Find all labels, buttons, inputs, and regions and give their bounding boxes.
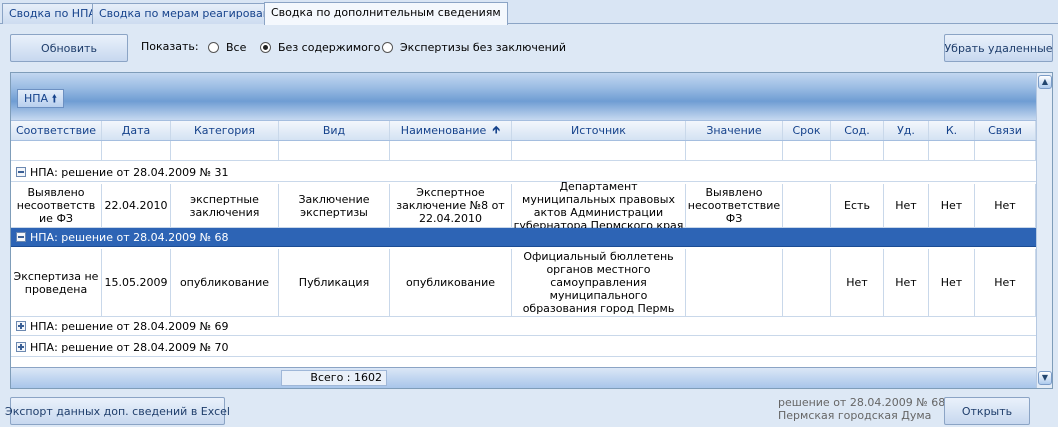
filter-cell-correspondence[interactable] <box>11 141 102 160</box>
filter-cell-deleted[interactable] <box>884 141 929 160</box>
column-header-category[interactable]: Категория <box>171 121 279 140</box>
radio-no-conclusion-label: Экспертизы без заключений <box>400 40 567 54</box>
cell-content: Нет <box>831 249 884 316</box>
table-row[interactable]: Выявлено несоответств ие ФЗ 22.04.2010 экс… <box>11 180 1036 232</box>
cell-source: Официальный бюллетень органов местного с… <box>512 249 686 316</box>
cell-value: Выявлено несоответствие ФЗ <box>686 184 783 227</box>
column-header-content[interactable]: Сод. <box>831 121 884 140</box>
column-header-source[interactable]: Источник <box>512 121 686 140</box>
expand-icon[interactable] <box>16 342 26 352</box>
tab-npa-summary[interactable]: Сводка по НПА <box>2 3 103 24</box>
column-header-correspondence[interactable]: Соответствие <box>11 121 102 140</box>
column-header-links[interactable]: Связи <box>975 121 1036 140</box>
filter-cell-content[interactable] <box>831 141 884 160</box>
refresh-button[interactable]: Обновить <box>10 34 128 62</box>
filter-cell-name[interactable] <box>390 141 512 160</box>
column-header-deleted[interactable]: Уд. <box>884 121 929 140</box>
group-label: НПА: решение от 28.04.2009 № 31 <box>30 165 229 179</box>
summary-footer: Всего : 1602 <box>11 367 1036 388</box>
sort-up-icon: 🠙 <box>51 92 58 105</box>
radio-all-label: Все <box>226 40 247 54</box>
table-row[interactable]: Экспертиза не проведена 15.05.2009 опублик… <box>11 249 1036 317</box>
show-label: Показать: <box>141 40 199 53</box>
cell-content: Есть <box>831 184 884 227</box>
cell-name: опубликование <box>390 249 512 316</box>
group-chip-npa[interactable]: НПА 🠙 <box>17 89 65 108</box>
cell-source: Департамент муниципальных правовых актов… <box>512 180 686 232</box>
cell-correspondence: Выявлено несоответств ие ФЗ <box>11 184 102 227</box>
group-row[interactable]: НПА: решение от 28.04.2009 № 68 <box>11 228 1036 247</box>
data-grid: НПА 🠙 Соответствие Дата Категория Вид Наимен… <box>10 72 1053 389</box>
scroll-down-icon[interactable]: ▼ <box>1038 371 1052 385</box>
status-info: решение от 28.04.2009 № 68 Пермская горо… <box>778 396 945 422</box>
radio-without-content-label: Без содержимого <box>278 40 381 54</box>
cell-category: экспертные заключения <box>171 184 279 227</box>
total-count: Всего : 1602 <box>281 370 387 386</box>
radio-all-indicator <box>208 41 219 53</box>
column-header-k[interactable]: К. <box>929 121 975 140</box>
vertical-scrollbar[interactable]: ▲ ▼ <box>1036 73 1052 388</box>
cell-links: Нет <box>975 184 1036 227</box>
cell-date: 22.04.2010 <box>102 184 171 227</box>
group-panel: НПА 🠙 <box>11 73 1036 120</box>
column-header-date[interactable]: Дата <box>102 121 171 140</box>
group-label: НПА: решение от 28.04.2009 № 70 <box>30 340 229 354</box>
expand-icon[interactable] <box>16 321 26 331</box>
scroll-up-icon[interactable]: ▲ <box>1038 75 1052 89</box>
column-header-term[interactable]: Срок <box>783 121 831 140</box>
cell-term <box>783 184 831 227</box>
cell-correspondence: Экспертиза не проведена <box>11 249 102 316</box>
cell-kind: Заключение экспертизы <box>279 184 390 227</box>
remove-deleted-button[interactable]: Убрать удаленные <box>944 34 1053 62</box>
cell-date: 15.05.2009 <box>102 249 171 316</box>
tab-response-summary[interactable]: Сводка по мерам реагирования <box>92 3 291 24</box>
cell-links: Нет <box>975 249 1036 316</box>
filter-cell-date[interactable] <box>102 141 171 160</box>
group-chip-label: НПА <box>24 92 49 105</box>
group-label: НПА: решение от 28.04.2009 № 68 <box>30 230 229 244</box>
radio-without-content-indicator <box>260 41 271 53</box>
status-authority: Пермская городская Дума <box>778 409 932 422</box>
cell-k: Нет <box>929 249 975 316</box>
filter-cell-term[interactable] <box>783 141 831 160</box>
cell-deleted: Нет <box>884 184 929 227</box>
filter-cell-kind[interactable] <box>279 141 390 160</box>
cell-deleted: Нет <box>884 249 929 316</box>
filter-cell-category[interactable] <box>171 141 279 160</box>
group-row[interactable]: НПА: решение от 28.04.2009 № 69 <box>11 317 1036 336</box>
radio-all[interactable]: Все <box>208 40 246 54</box>
filter-cell-k[interactable] <box>929 141 975 160</box>
radio-no-conclusion-indicator <box>382 41 393 53</box>
group-row[interactable]: НПА: решение от 28.04.2009 № 70 <box>11 338 1036 357</box>
sort-ascending-icon: 🡹 <box>492 123 501 136</box>
filter-cell-links[interactable] <box>975 141 1036 160</box>
radio-no-conclusion[interactable]: Экспертизы без заключений <box>382 40 566 54</box>
column-header-name[interactable]: Наименование 🡹 <box>390 121 512 140</box>
group-label: НПА: решение от 28.04.2009 № 69 <box>30 319 229 333</box>
tab-additional-summary[interactable]: Сводка по дополнительным сведениям <box>264 2 508 25</box>
collapse-icon[interactable] <box>16 167 26 177</box>
open-button[interactable]: Открыть <box>944 397 1030 425</box>
column-header-value[interactable]: Значение <box>686 121 783 140</box>
export-excel-button[interactable]: Экспорт данных доп. сведений в Excel <box>5 397 230 425</box>
collapse-icon[interactable] <box>16 232 26 242</box>
cell-category: опубликование <box>171 249 279 316</box>
radio-without-content[interactable]: Без содержимого <box>260 40 380 54</box>
column-header-kind[interactable]: Вид <box>279 121 390 140</box>
cell-value <box>686 249 783 316</box>
cell-term <box>783 249 831 316</box>
status-decision: решение от 28.04.2009 № 68 <box>778 396 946 409</box>
column-header-row: Соответствие Дата Категория Вид Наименование… <box>11 120 1036 141</box>
cell-kind: Публикация <box>279 249 390 316</box>
filter-cell-value[interactable] <box>686 141 783 160</box>
filter-cell-source[interactable] <box>512 141 686 160</box>
cell-name: Экспертное заключение №8 от 22.04.2010 <box>390 184 512 227</box>
tab-strip: Сводка по НПА Сводка по мерам реагирован… <box>0 0 1058 25</box>
filter-row[interactable] <box>11 141 1036 161</box>
cell-k: Нет <box>929 184 975 227</box>
